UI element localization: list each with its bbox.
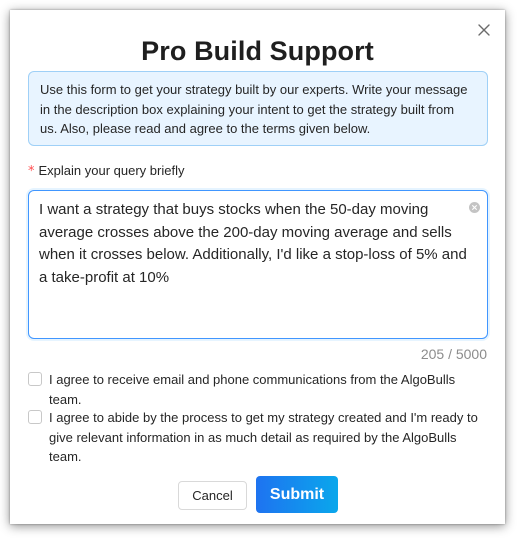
submit-button[interactable]: Submit [256, 476, 338, 513]
process-checkbox[interactable] [28, 410, 42, 424]
info-alert-text: Use this form to get your strategy built… [40, 82, 468, 136]
query-label: * Explain your query briefly [28, 163, 184, 179]
character-counter: 205 / 5000 [420, 346, 487, 362]
communications-label[interactable]: I agree to receive email and phone commu… [49, 370, 488, 409]
query-label-text: Explain your query briefly [38, 163, 185, 178]
clear-icon[interactable] [469, 200, 480, 213]
pro-build-support-modal: Pro Build Support Use this form to get y… [10, 10, 505, 524]
cancel-button[interactable]: Cancel [178, 481, 247, 510]
query-textarea-value[interactable]: I want a strategy that buys stocks when … [39, 199, 471, 289]
info-alert: Use this form to get your strategy built… [28, 71, 488, 146]
communications-checkbox[interactable] [28, 372, 42, 386]
process-label[interactable]: I agree to abide by the process to get m… [49, 408, 488, 467]
required-mark: * [28, 164, 35, 179]
modal-title: Pro Build Support [141, 36, 374, 66]
modal-footer: Cancel Submit [10, 476, 505, 513]
query-textarea[interactable]: I want a strategy that buys stocks when … [28, 190, 488, 339]
